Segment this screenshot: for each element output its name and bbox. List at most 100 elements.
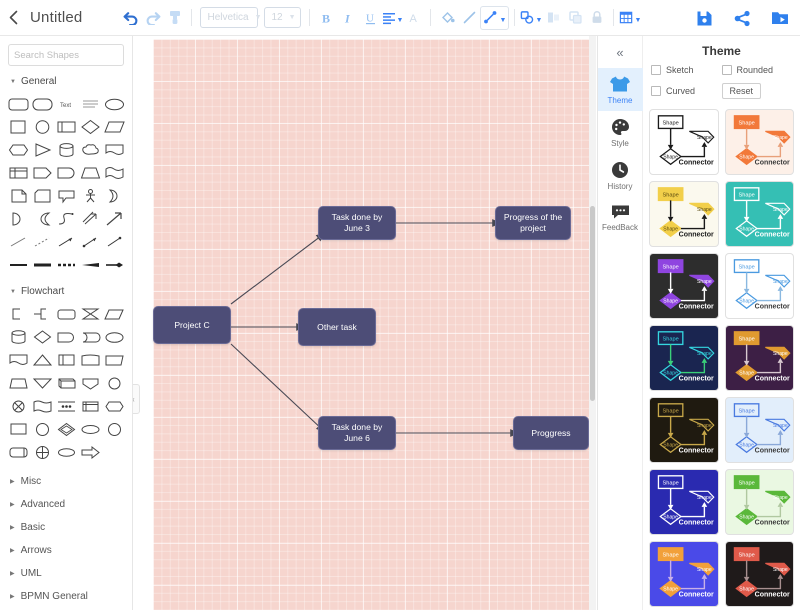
- format-painter-button[interactable]: [164, 6, 186, 30]
- line-color-button[interactable]: [458, 6, 480, 30]
- shape-wave[interactable]: [102, 162, 126, 184]
- shape-big-arrow[interactable]: [102, 208, 126, 230]
- fc-bowtie[interactable]: [78, 303, 102, 325]
- node-progress-of-project[interactable]: Progress of the project: [495, 206, 571, 240]
- node-project-c[interactable]: Project C: [153, 306, 231, 344]
- fc-card-3d[interactable]: [54, 372, 78, 394]
- shape-cylinder[interactable]: [54, 139, 78, 161]
- fc-trapezoid[interactable]: [6, 372, 30, 394]
- theme-card[interactable]: Shape Shape Shape Connector: [724, 325, 794, 391]
- section-header-flowchart[interactable]: ▼ Flowchart: [0, 280, 132, 301]
- fc-ellipse-2[interactable]: [54, 441, 78, 463]
- fc-bracket-left[interactable]: [6, 303, 30, 325]
- option-sketch[interactable]: Sketch: [651, 65, 722, 75]
- right-panel-collapse-button[interactable]: «: [598, 36, 643, 68]
- fc-square[interactable]: [6, 418, 30, 440]
- category-advanced[interactable]: ▶ Advanced: [0, 493, 132, 516]
- fc-triangle[interactable]: [30, 349, 54, 371]
- shape-card[interactable]: [30, 185, 54, 207]
- font-size-select[interactable]: 12 ▼: [264, 7, 302, 28]
- category-bpmn-general[interactable]: ▶ BPMN General: [0, 585, 132, 608]
- node-task-june-3[interactable]: Task done by June 3: [318, 206, 396, 240]
- shape-cloud[interactable]: [78, 139, 102, 161]
- export-folder-button[interactable]: [770, 8, 790, 28]
- shape-trapezoid[interactable]: [78, 162, 102, 184]
- rail-item-style[interactable]: Style: [598, 111, 643, 154]
- theme-card[interactable]: Shape Shape Shape Connector: [724, 541, 794, 607]
- diagram-canvas[interactable]: « Proj: [133, 36, 598, 610]
- reset-button[interactable]: Reset: [721, 83, 762, 99]
- theme-card[interactable]: Shape Shape Shape Connector: [724, 109, 794, 175]
- node-proggress[interactable]: Proggress: [513, 416, 589, 450]
- category-uml[interactable]: ▶ UML: [0, 562, 132, 585]
- fc-predefined[interactable]: [54, 349, 78, 371]
- connector-style-button[interactable]: ▼: [480, 5, 510, 30]
- font-color-button[interactable]: A: [403, 6, 425, 30]
- theme-card[interactable]: Shape Shape Shape Connector: [649, 325, 719, 391]
- shape-text[interactable]: Text: [54, 93, 78, 115]
- scrollbar-thumb[interactable]: [590, 206, 595, 401]
- insert-table-button[interactable]: ▼: [619, 6, 641, 30]
- connector-thick[interactable]: [30, 254, 54, 276]
- theme-card[interactable]: Shape Shape Shape Connector: [649, 109, 719, 175]
- font-family-select[interactable]: Helvetica ▼: [200, 7, 262, 28]
- theme-card[interactable]: Shape Shape Shape Connector: [649, 397, 719, 463]
- fc-rounded-wide[interactable]: [6, 441, 30, 463]
- rail-item-history[interactable]: History: [598, 154, 643, 197]
- line-plain[interactable]: [6, 231, 30, 253]
- text-align-button[interactable]: ▼: [381, 6, 403, 30]
- option-curved[interactable]: Curved: [651, 86, 722, 96]
- group-button[interactable]: [564, 6, 586, 30]
- undo-button[interactable]: [120, 6, 142, 30]
- fc-dots[interactable]: [54, 395, 78, 417]
- fc-triangle-down[interactable]: [30, 372, 54, 394]
- rail-item-theme[interactable]: Theme: [597, 68, 643, 111]
- rail-item-feedback[interactable]: FeedBack: [598, 197, 643, 238]
- align-objects-button[interactable]: [542, 6, 564, 30]
- shape-square[interactable]: [6, 116, 30, 138]
- fc-internal-storage[interactable]: [78, 395, 102, 417]
- theme-card[interactable]: Shape Shape Shape Connector: [649, 253, 719, 319]
- shape-crescent[interactable]: [30, 208, 54, 230]
- shape-callout[interactable]: [54, 185, 78, 207]
- fc-stored-data[interactable]: [78, 326, 102, 348]
- shape-swap-button[interactable]: ▼: [520, 6, 542, 30]
- fc-oval[interactable]: [102, 326, 126, 348]
- fc-manual-op[interactable]: [102, 349, 126, 371]
- fc-merge-bracket[interactable]: [30, 303, 54, 325]
- search-shapes-box[interactable]: [8, 44, 132, 66]
- shape-arrow-block[interactable]: [30, 162, 54, 184]
- shape-double-arrow[interactable]: [78, 208, 102, 230]
- category-misc[interactable]: ▶ Misc: [0, 470, 132, 493]
- line-arrow-2[interactable]: [102, 231, 126, 253]
- search-input[interactable]: [14, 49, 132, 61]
- theme-card[interactable]: Shape Shape Shape Connector: [724, 181, 794, 247]
- fc-delay[interactable]: [54, 326, 78, 348]
- theme-card[interactable]: Shape Shape Shape Connector: [649, 541, 719, 607]
- fc-diamond-nested[interactable]: [54, 418, 78, 440]
- option-rounded[interactable]: Rounded: [721, 65, 793, 75]
- shape-moon[interactable]: [102, 185, 126, 207]
- shape-ellipse[interactable]: [102, 93, 126, 115]
- shape-note[interactable]: [6, 185, 30, 207]
- shape-document[interactable]: [102, 139, 126, 161]
- theme-card[interactable]: Shape Shape Shape Connector: [724, 469, 794, 535]
- sketch-checkbox[interactable]: [651, 65, 661, 75]
- fc-cylinder[interactable]: [6, 326, 30, 348]
- theme-card[interactable]: Shape Shape Shape Connector: [649, 181, 719, 247]
- shape-delay[interactable]: [54, 162, 78, 184]
- theme-list-scroll[interactable]: Shape Shape Shape Connector Shape Shape Shape C…: [643, 107, 800, 610]
- shape-table[interactable]: [6, 162, 30, 184]
- line-double-arrow[interactable]: [78, 231, 102, 253]
- connector-dashed[interactable]: [54, 254, 78, 276]
- back-button[interactable]: [0, 0, 26, 36]
- shape-hexagon[interactable]: [6, 139, 30, 161]
- shape-actor[interactable]: [78, 185, 102, 207]
- italic-button[interactable]: I: [337, 6, 359, 30]
- rounded-checkbox[interactable]: [721, 65, 732, 75]
- save-button[interactable]: [694, 8, 714, 28]
- share-button[interactable]: [732, 8, 752, 28]
- fc-hexagon[interactable]: [102, 395, 126, 417]
- section-header-general[interactable]: ▼ General: [0, 70, 132, 91]
- fc-extract[interactable]: [78, 372, 102, 394]
